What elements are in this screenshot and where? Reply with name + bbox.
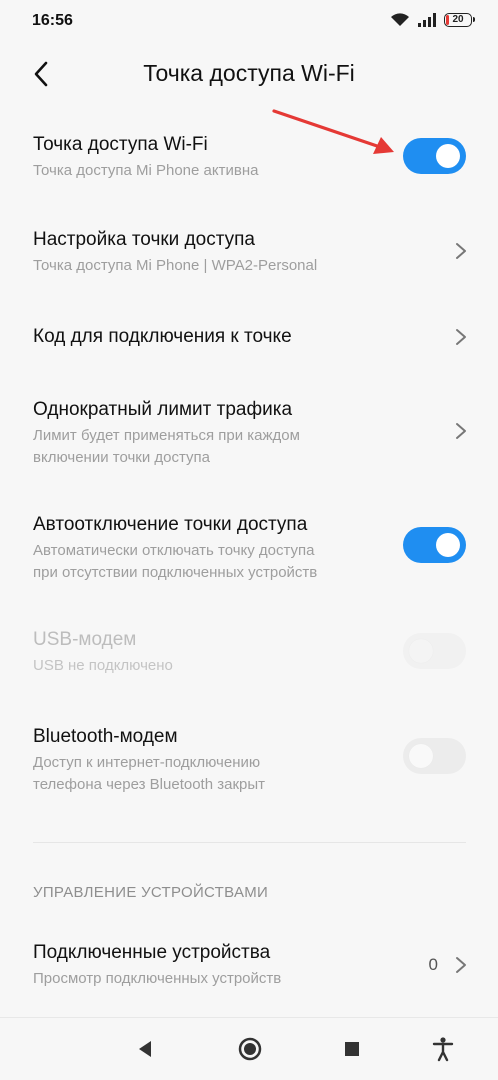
row-subtitle: Точка доступа Mi Phone активна <box>33 162 259 179</box>
row-subtitle: USB не подключено <box>33 657 173 674</box>
row-title: Однократный лимит трафика <box>33 399 293 420</box>
battery-icon: 20 <box>444 12 475 27</box>
status-bar: 16:56 20 <box>0 0 498 44</box>
chevron-right-icon <box>456 423 466 439</box>
nav-home-icon[interactable] <box>235 1034 265 1064</box>
connected-count: 0 <box>428 955 438 974</box>
row-subtitle: Доступ к интернет-подключению телефона ч… <box>33 754 266 793</box>
usb-modem-toggle <box>403 633 466 669</box>
accessibility-icon[interactable] <box>428 1034 458 1064</box>
bluetooth-modem-toggle[interactable] <box>403 738 466 774</box>
row-usb-modem: USB-модем USB не подключено <box>0 615 498 685</box>
row-title: Код для подключения к точке <box>33 326 292 347</box>
status-icons: 20 <box>390 12 475 27</box>
signal-icon <box>418 12 436 27</box>
row-subtitle: Точка доступа Mi Phone | WPA2-Personal <box>33 257 318 274</box>
row-title: Точка доступа Wi-Fi <box>33 134 208 155</box>
row-subtitle: Лимит будет применяться при каждом включ… <box>33 427 300 466</box>
hotspot-toggle[interactable] <box>403 138 466 174</box>
section-header: УПРАВЛЕНИЕ УСТРОЙСТВАМИ <box>33 884 269 901</box>
chevron-right-icon <box>456 957 466 973</box>
page-title: Точка доступа Wi-Fi <box>143 60 355 86</box>
row-connection-code[interactable]: Код для подключения к точке <box>0 310 498 366</box>
auto-off-toggle[interactable] <box>403 527 466 563</box>
row-subtitle: Автоматически отключать точку доступа пр… <box>33 542 318 581</box>
row-auto-off[interactable]: Автоотключение точки доступа Автоматичес… <box>0 500 498 590</box>
battery-level: 20 <box>452 14 464 25</box>
header: Точка доступа Wi-Fi <box>0 44 498 104</box>
divider <box>33 842 466 843</box>
nav-recents-icon[interactable] <box>337 1034 367 1064</box>
row-title: Bluetooth-модем <box>33 726 178 747</box>
row-title: Настройка точки доступа <box>33 229 255 250</box>
chevron-right-icon <box>456 329 466 345</box>
wifi-icon <box>391 13 409 26</box>
row-title: USB-модем <box>33 629 137 650</box>
row-hotspot-settings[interactable]: Настройка точки доступа Точка доступа Mi… <box>0 215 498 295</box>
row-title: Автоотключение точки доступа <box>33 514 308 535</box>
row-connected-devices[interactable]: Подключенные устройства Просмотр подключ… <box>0 928 498 998</box>
row-traffic-limit[interactable]: Однократный лимит трафика Лимит будет пр… <box>0 385 498 475</box>
status-time: 16:56 <box>32 12 73 29</box>
row-wifi-hotspot[interactable]: Точка доступа Wi-Fi Точка доступа Mi Pho… <box>0 120 498 200</box>
chevron-right-icon <box>456 243 466 259</box>
row-title: Подключенные устройства <box>33 942 271 963</box>
row-subtitle: Просмотр подключенных устройств <box>33 970 282 987</box>
navigation-bar <box>0 1017 498 1080</box>
nav-back-icon[interactable] <box>130 1034 160 1064</box>
row-bluetooth-modem[interactable]: Bluetooth-модем Доступ к интернет-подклю… <box>0 712 498 802</box>
